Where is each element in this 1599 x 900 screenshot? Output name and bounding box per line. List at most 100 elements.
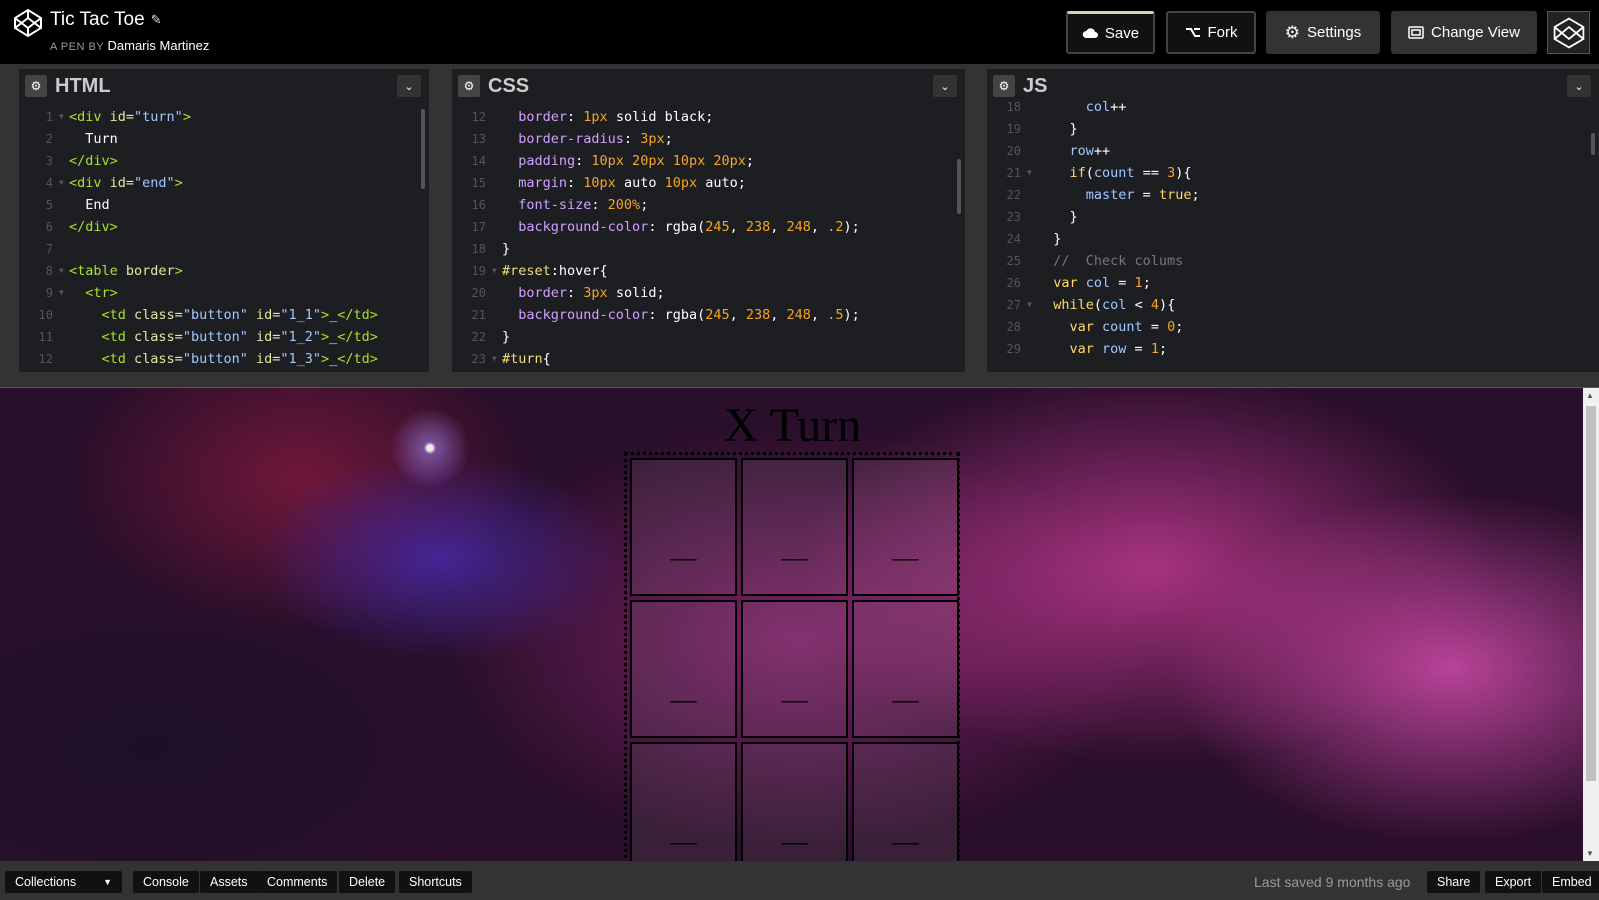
code-line[interactable]: 18} — [452, 238, 965, 260]
code-token: , — [729, 219, 746, 235]
html-editor[interactable]: ⚙ HTML ⌄ 1 ▼ <div id= "turn" >2 Turn 3 </div> 4… — [19, 69, 429, 372]
code-line[interactable]: 17 background-color: rgba(245, 238, 248,… — [452, 216, 965, 238]
last-saved-status: Last saved 9 months ago — [1254, 874, 1410, 890]
js-collapse-chevron-icon[interactable]: ⌄ — [1567, 75, 1591, 97]
css-scrollbar[interactable] — [957, 159, 961, 214]
code-token: font-size — [502, 197, 592, 213]
board-cell-3-3[interactable]: __ — [852, 742, 959, 861]
share-button[interactable]: Share — [1427, 871, 1481, 893]
fold-arrow-icon[interactable]: ▼ — [59, 260, 69, 282]
delete-button[interactable]: Delete — [339, 871, 396, 893]
pen-title[interactable]: Tic Tac Toe ✎ — [50, 9, 162, 31]
code-line[interactable]: 22} — [452, 326, 965, 348]
code-line[interactable]: 8 ▼ <table border > — [19, 260, 429, 282]
code-line[interactable]: 2 Turn — [19, 128, 429, 150]
code-line[interactable]: 23 ▼ #turn{ — [452, 348, 965, 370]
code-line[interactable]: 19 ▼ #reset:hover{ — [452, 260, 965, 282]
code-line[interactable]: 4 ▼ <div id= "end" > — [19, 172, 429, 194]
avatar[interactable] — [1547, 11, 1590, 54]
board-cell-1-2[interactable]: __ — [741, 458, 848, 596]
code-line[interactable]: 20 border: 3px solid; — [452, 282, 965, 304]
fold-arrow-icon[interactable]: ▼ — [492, 348, 502, 370]
code-line[interactable]: 20 row ++ — [987, 140, 1599, 162]
code-token: // Check colums — [1037, 253, 1184, 269]
fold-arrow-icon[interactable]: ▼ — [59, 282, 69, 304]
code-line[interactable]: 13 border-radius: 3px; — [452, 128, 965, 150]
html-settings-gear-icon[interactable]: ⚙ — [25, 75, 47, 97]
code-line[interactable]: 25 // Check colums — [987, 250, 1599, 272]
fold-arrow-icon[interactable]: ▼ — [59, 172, 69, 194]
fold-arrow-icon[interactable]: ▼ — [1027, 294, 1037, 316]
save-button[interactable]: Save — [1066, 11, 1155, 54]
js-scrollbar[interactable] — [1591, 133, 1595, 155]
fold-arrow-icon[interactable]: ▼ — [492, 260, 502, 282]
code-line[interactable]: 5 End — [19, 194, 429, 216]
html-collapse-chevron-icon[interactable]: ⌄ — [397, 75, 421, 97]
code-line[interactable]: 10 <td class= "button" id= "1_1" > _ </td> — [19, 304, 429, 326]
css-code[interactable]: 12 border: 1px solid black; 13 border-rad… — [452, 103, 965, 370]
board-cell-2-3[interactable]: __ — [852, 600, 959, 738]
pencil-icon[interactable]: ✎ — [151, 12, 162, 28]
scroll-down-arrow-icon[interactable]: ▼ — [1586, 849, 1594, 858]
code-line[interactable]: 9 ▼ <tr> — [19, 282, 429, 304]
fold-arrow-icon — [1027, 316, 1037, 338]
code-line[interactable]: 6 </div> — [19, 216, 429, 238]
board-cell-3-2[interactable]: __ — [741, 742, 848, 861]
code-line[interactable]: 21 ▼ if(count == 3){ — [987, 162, 1599, 184]
code-line[interactable]: 7 — [19, 238, 429, 260]
code-token: > — [174, 263, 183, 279]
code-line[interactable]: 11 <td class= "button" id= "1_2" > _ </td> — [19, 326, 429, 348]
fold-arrow-icon[interactable]: ▼ — [1027, 162, 1037, 184]
css-collapse-chevron-icon[interactable]: ⌄ — [933, 75, 957, 97]
js-editor[interactable]: ⚙ JS ⌄ 18 col ++ 19 } 20 row ++ 21 ▼ if(count … — [987, 69, 1599, 372]
comments-button[interactable]: Comments — [257, 871, 338, 893]
code-token: 10px — [583, 175, 616, 191]
js-settings-gear-icon[interactable]: ⚙ — [993, 75, 1015, 97]
board-cell-2-1[interactable]: __ — [630, 600, 737, 738]
code-line[interactable]: 3 </div> — [19, 150, 429, 172]
fold-arrow-icon[interactable]: ▼ — [59, 106, 69, 128]
console-button[interactable]: Console — [133, 871, 199, 893]
board-cell-2-2[interactable]: __ — [741, 600, 848, 738]
css-settings-gear-icon[interactable]: ⚙ — [458, 75, 480, 97]
fork-button[interactable]: Fork — [1166, 11, 1256, 54]
shortcuts-button[interactable]: Shortcuts — [399, 871, 472, 893]
code-line[interactable]: 12 <td class= "button" id= "1_3" > _ </td> — [19, 348, 429, 370]
board-cell-1-1[interactable]: __ — [630, 458, 737, 596]
code-line[interactable]: 1 ▼ <div id= "turn" > — [19, 106, 429, 128]
export-button[interactable]: Export — [1485, 871, 1542, 893]
code-line[interactable]: 28 var count = 0; — [987, 316, 1599, 338]
change-view-button[interactable]: Change View — [1391, 11, 1537, 54]
codepen-logo-icon[interactable] — [13, 8, 43, 38]
js-code[interactable]: 18 col ++ 19 } 20 row ++ 21 ▼ if(count == 3){2… — [987, 93, 1599, 360]
fold-arrow-icon — [492, 238, 502, 260]
code-line[interactable]: 19 } — [987, 118, 1599, 140]
html-code[interactable]: 1 ▼ <div id= "turn" >2 Turn 3 </div> 4 ▼ <div id=… — [19, 103, 429, 370]
preview-scrollbar-thumb[interactable] — [1586, 406, 1596, 781]
code-line[interactable]: 22 master = true; — [987, 184, 1599, 206]
code-line[interactable]: 15 margin: 10px auto 10px auto; — [452, 172, 965, 194]
author-link[interactable]: Damaris Martinez — [108, 38, 210, 53]
code-line[interactable]: 21 background-color: rgba(245, 238, 248,… — [452, 304, 965, 326]
code-line[interactable]: 24 } — [987, 228, 1599, 250]
settings-button[interactable]: ⚙ Settings — [1266, 11, 1380, 54]
scroll-up-arrow-icon[interactable]: ▲ — [1586, 391, 1594, 400]
code-token: border — [502, 109, 568, 125]
code-line[interactable]: 26 var col = 1; — [987, 272, 1599, 294]
code-line[interactable]: 29 var row = 1; — [987, 338, 1599, 360]
code-line[interactable]: 12 border: 1px solid black; — [452, 106, 965, 128]
collections-dropdown[interactable]: Collections ▼ — [5, 871, 122, 893]
embed-button[interactable]: Embed — [1542, 871, 1599, 893]
fold-arrow-icon — [59, 150, 69, 172]
preview-scrollbar[interactable]: ▲ ▼ — [1583, 388, 1599, 861]
css-editor[interactable]: ⚙ CSS ⌄ 12 border: 1px solid black; 13 bo… — [452, 69, 965, 372]
code-line[interactable]: 23 } — [987, 206, 1599, 228]
code-line[interactable]: 27 ▼ while(col < 4){ — [987, 294, 1599, 316]
html-scrollbar[interactable] — [421, 109, 425, 189]
resize-divider[interactable] — [0, 372, 1599, 388]
code-line[interactable]: 14 padding: 10px 20px 10px 20px; — [452, 150, 965, 172]
assets-button[interactable]: Assets — [200, 871, 258, 893]
board-cell-1-3[interactable]: __ — [852, 458, 959, 596]
code-line[interactable]: 16 font-size: 200%; — [452, 194, 965, 216]
board-cell-3-1[interactable]: __ — [630, 742, 737, 861]
